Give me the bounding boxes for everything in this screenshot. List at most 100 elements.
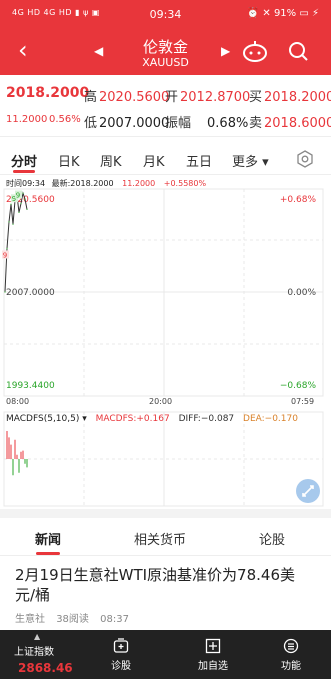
price-point — [18, 211, 20, 213]
symbol-code: XAUUSD — [142, 56, 189, 69]
index-label[interactable]: 上证指数 — [14, 643, 54, 658]
next-symbol-button[interactable]: ▶ — [221, 44, 230, 58]
macd-grid — [3, 411, 324, 507]
price-point — [10, 203, 12, 205]
price-point — [22, 192, 24, 194]
macd-legend: MACDFS(5,10,5) ▾ MACDFS:+0.167 DIFF:−0.0… — [6, 414, 298, 424]
news-title[interactable]: 2月19日生意社WTI原油基准价为78.46美元/桶 — [15, 565, 315, 605]
news-tabs: 新闻 相关货币 论股 — [0, 518, 331, 556]
high-field: 高 2020.5600 — [84, 86, 169, 105]
diagnose-icon — [113, 638, 129, 653]
expand-icon — [302, 485, 314, 497]
macdfs-value: MACDFS:+0.167 — [95, 414, 170, 424]
x-tick-end: 07:59 — [291, 397, 315, 406]
macd-chart[interactable] — [0, 411, 331, 507]
active-tab-indicator — [13, 170, 35, 173]
intraday-chart[interactable]: 2020.5600 2007.0000 1993.4400 +0.68% 0.0… — [0, 188, 331, 398]
amplitude-field: 振幅 0.68% — [165, 112, 248, 131]
crosshair-latest: 最新:2018.2000 — [51, 179, 114, 188]
low-value: 2007.0000 — [99, 116, 170, 131]
gear-icon[interactable] — [296, 150, 314, 168]
diagnose-button[interactable]: 诊股 — [96, 638, 146, 672]
price-point — [12, 223, 14, 225]
menu-icon — [283, 638, 299, 654]
x-tick-mid: 20:00 — [149, 397, 173, 406]
news-time: 08:37 — [100, 614, 129, 625]
crosshair-percent: +0.5580% — [163, 179, 207, 188]
sell-value: 2018.6000 — [264, 116, 331, 131]
price-point — [26, 208, 28, 210]
y-tick-mid: 2007.0000 — [6, 288, 55, 298]
battery-indicator: ⏰ ✕ 91% ▭ ⚡ — [246, 8, 319, 19]
change-value: 11.2000 — [6, 114, 48, 125]
news-item[interactable]: 2月19日生意社WTI原油基准价为78.46美元/桶 生意社 38阅读 08:3… — [15, 565, 315, 625]
price-point — [8, 221, 10, 223]
diagnose-label: 诊股 — [111, 661, 131, 672]
functions-button[interactable]: 功能 — [266, 638, 316, 672]
tab-news[interactable]: 新闻 — [35, 529, 61, 548]
active-news-tab-indicator — [36, 552, 60, 555]
macd-selector[interactable]: MACDFS(5,10,5) ▾ — [6, 414, 87, 424]
sell-label: 卖 — [249, 116, 263, 131]
trade-marker[interactable]: 9 — [15, 190, 22, 200]
open-label: 开 — [165, 90, 179, 105]
tab-monthly-k[interactable]: 月K — [143, 151, 165, 170]
low-field: 低 2007.0000 — [84, 112, 169, 131]
price-point — [6, 247, 8, 250]
fullscreen-button[interactable] — [296, 479, 320, 503]
tab-daily-k[interactable]: 日K — [58, 151, 80, 170]
buy-label: 买 — [249, 90, 263, 105]
tab-five-day[interactable]: 五日 — [186, 151, 212, 170]
amplitude-label: 振幅 — [165, 116, 192, 131]
tab-more[interactable]: 更多 ▾ — [232, 151, 269, 170]
add-watchlist-label: 加自选 — [198, 661, 228, 672]
buy-field: 买 2018.2000 — [249, 86, 331, 105]
tab-intraday[interactable]: 分时 — [11, 151, 37, 170]
app-header: ‹ ◀ 伦敦金 XAUUSD ▶ — [0, 30, 331, 75]
dea-value: DEA:−0.170 — [243, 414, 298, 424]
y-right-tick-mid: 0.00% — [287, 288, 316, 298]
news-reads: 38阅读 — [56, 614, 89, 625]
price-series — [4, 191, 28, 293]
x-axis-labels: 08:00 20:00 07:59 — [0, 397, 331, 409]
tab-discussion[interactable]: 论股 — [259, 529, 285, 548]
page-title: 伦敦金 — [142, 38, 188, 56]
robot-assistant-icon[interactable] — [242, 40, 268, 62]
price-point — [20, 202, 22, 205]
news-meta: 生意社 38阅读 08:37 — [15, 610, 315, 625]
add-watchlist-button[interactable]: 加自选 — [188, 638, 238, 672]
y-right-tick-min: −0.68% — [280, 381, 317, 391]
quote-panel: 2018.2000 高 2020.5600 开 2012.8700 买 2018.20… — [0, 75, 331, 137]
expand-caret-icon[interactable]: ▲ — [34, 632, 40, 641]
index-value: 2868.46 — [18, 661, 73, 675]
high-label: 高 — [84, 90, 98, 105]
sell-field: 卖 2018.6000 — [249, 112, 331, 131]
last-price: 2018.2000 — [6, 85, 90, 101]
bottom-toolbar: ▲ 上证指数 2868.46 诊股 加自选 功能 — [0, 630, 331, 679]
price-point — [24, 198, 26, 200]
change-percent: 0.56% — [49, 114, 81, 125]
news-source: 生意社 — [15, 614, 45, 625]
diff-value: DIFF:−0.087 — [178, 414, 235, 424]
low-label: 低 — [84, 116, 98, 131]
crosshair-time: 时间09:34 — [6, 179, 46, 188]
crosshair-change: 11.2000 — [122, 179, 156, 188]
amplitude-value: 0.68% — [207, 116, 249, 131]
add-icon — [205, 638, 221, 654]
tab-weekly-k[interactable]: 周K — [100, 151, 122, 170]
open-field: 开 2012.8700 — [165, 86, 250, 105]
tab-related-currency[interactable]: 相关货币 — [134, 529, 186, 548]
price-line-0 — [4, 191, 28, 293]
trade-marker-label: 9 — [16, 192, 20, 200]
x-tick-start: 08:00 — [6, 397, 30, 406]
high-value: 2020.5600 — [99, 90, 170, 105]
trade-marker[interactable]: 9 — [2, 250, 9, 259]
functions-label: 功能 — [281, 661, 301, 672]
open-value: 2012.8700 — [180, 90, 251, 105]
y-right-tick-max: +0.68% — [280, 195, 317, 205]
trade-marker-label: 9 — [3, 251, 7, 259]
macd-histogram — [6, 431, 28, 476]
search-icon[interactable] — [287, 40, 309, 62]
price-point — [4, 291, 6, 293]
section-divider — [0, 509, 331, 518]
